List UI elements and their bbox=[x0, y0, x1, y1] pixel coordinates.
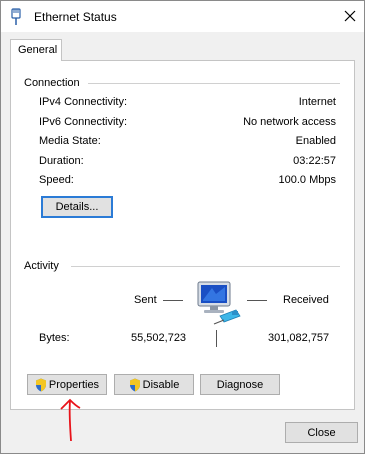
duration-label: Duration: bbox=[39, 155, 84, 167]
close-button[interactable]: Close bbox=[285, 422, 358, 443]
bytes-label: Bytes: bbox=[39, 332, 70, 344]
ethernet-plug-icon bbox=[11, 8, 21, 25]
speed-value: 100.0 Mbps bbox=[278, 174, 336, 186]
media-state-label: Media State: bbox=[39, 135, 101, 147]
ipv4-value: Internet bbox=[298, 96, 336, 108]
received-line bbox=[247, 300, 267, 301]
media-state-value: Enabled bbox=[295, 135, 336, 147]
sent-label: Sent bbox=[134, 294, 157, 306]
uac-shield-icon bbox=[35, 378, 46, 391]
uac-shield-icon bbox=[129, 378, 140, 391]
received-label: Received bbox=[283, 294, 329, 306]
tab-general[interactable]: General bbox=[10, 39, 62, 61]
activity-group-label: Activity bbox=[24, 260, 59, 272]
title-bar: Ethernet Status bbox=[1, 1, 364, 32]
activity-group-divider bbox=[71, 266, 340, 267]
sent-line bbox=[163, 300, 183, 301]
bytes-received-value: 301,082,757 bbox=[268, 332, 330, 344]
ipv6-value: No network access bbox=[243, 116, 336, 128]
red-arrow-annotation-icon bbox=[60, 398, 81, 442]
ethernet-status-window: Ethernet Status General Connection IPv4 … bbox=[0, 0, 365, 454]
general-panel bbox=[10, 60, 355, 410]
close-icon[interactable] bbox=[339, 5, 361, 27]
connection-group-label: Connection bbox=[24, 77, 80, 89]
disable-button[interactable]: Disable bbox=[114, 374, 194, 395]
diagnose-button[interactable]: Diagnose bbox=[200, 374, 280, 395]
network-computer-icon bbox=[197, 281, 241, 325]
properties-button[interactable]: Properties bbox=[27, 374, 107, 395]
ipv4-label: IPv4 Connectivity: bbox=[39, 96, 128, 108]
disable-button-label: Disable bbox=[142, 378, 180, 391]
speed-label: Speed: bbox=[39, 174, 74, 186]
details-button[interactable]: Details... bbox=[41, 196, 113, 218]
bytes-sent-value: 55,502,723 bbox=[131, 332, 187, 344]
window-title: Ethernet Status bbox=[34, 10, 117, 24]
tab-general-label: General bbox=[18, 44, 58, 56]
bytes-divider bbox=[216, 330, 217, 347]
properties-button-label: Properties bbox=[48, 378, 100, 391]
ipv6-label: IPv6 Connectivity: bbox=[39, 116, 128, 128]
connection-group-divider bbox=[88, 83, 340, 84]
duration-value: 03:22:57 bbox=[293, 155, 336, 167]
